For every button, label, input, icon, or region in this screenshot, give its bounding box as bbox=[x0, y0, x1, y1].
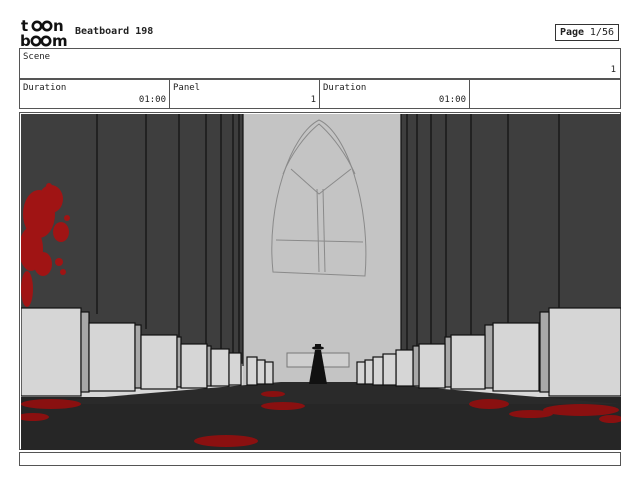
svg-text:m: m bbox=[52, 32, 68, 48]
board-title: Beatboard 198 bbox=[75, 26, 154, 37]
duration-cell-2: Duration 01:00 bbox=[320, 80, 470, 108]
panel-artwork bbox=[21, 114, 621, 450]
scene-field: Scene 1 bbox=[19, 48, 621, 79]
panel-value: 1 bbox=[310, 95, 316, 105]
panel-cell: Panel 1 bbox=[170, 80, 320, 108]
duration-label-2: Duration bbox=[323, 83, 367, 93]
panel-label: Panel bbox=[173, 83, 201, 93]
storyboard-panel-frame bbox=[19, 112, 621, 450]
toon-boom-logo: t n b m bbox=[20, 18, 68, 48]
duration-value: 01:00 bbox=[138, 95, 166, 105]
duration-label: Duration bbox=[23, 83, 67, 93]
duration-value-2: 01:00 bbox=[438, 95, 466, 105]
panel-info-row: Duration 01:00 Panel 1 Duration 01:00 bbox=[19, 79, 621, 109]
notes-field bbox=[19, 452, 621, 466]
scene-label: Scene bbox=[23, 52, 51, 62]
svg-text:b: b bbox=[20, 32, 31, 48]
empty-cell bbox=[470, 80, 620, 108]
scene-value: 1 bbox=[610, 65, 616, 75]
page-number: 1/56 bbox=[589, 27, 614, 38]
duration-cell-1: Duration 01:00 bbox=[20, 80, 170, 108]
page-label: Page bbox=[560, 27, 585, 38]
page-indicator: Page 1/56 bbox=[555, 24, 619, 41]
